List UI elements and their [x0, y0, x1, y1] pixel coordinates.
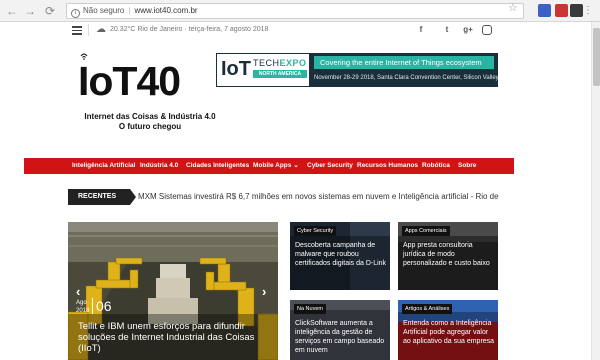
ticker-label: RECENTES — [68, 189, 130, 205]
card-category-tag[interactable]: Artigos & Análises — [402, 304, 453, 314]
article-card[interactable]: Na Nuvem ClickSoftware aumenta a intelig… — [290, 300, 390, 360]
hamburger-menu-icon[interactable] — [72, 26, 82, 35]
nav-item-mobile-apps[interactable]: Mobile Apps ⌄ — [253, 158, 299, 174]
nav-item-mobile-apps-label: Mobile Apps — [253, 162, 292, 169]
article-card[interactable]: Artigos & Análises Entenda como a Inteli… — [398, 300, 498, 360]
banner-date: November 28-29 2018, Santa Clara Convent… — [314, 75, 498, 81]
nav-item-sobre[interactable]: Sobre — [458, 158, 476, 174]
nav-item-cyber-security[interactable]: Cyber Security — [307, 158, 353, 174]
card-title[interactable]: Descoberta campanha de malware que roubo… — [295, 241, 387, 268]
main-navigation: Inteligência Artificial Indústria 4.0 Ci… — [24, 158, 514, 174]
address-separator: | — [128, 6, 131, 15]
nav-item-robotica[interactable]: Robótica — [422, 158, 450, 174]
banner-region: NORTH AMERICA 2018 — [253, 70, 307, 85]
ticker-arrow — [130, 189, 136, 205]
banner-iot-text: IoT — [221, 58, 251, 80]
google-plus-icon[interactable]: g+ — [462, 24, 474, 36]
feature-day: 06 — [96, 298, 112, 314]
tagline-line-1: Internet das Coisas & Indústria 4.0 — [84, 112, 216, 121]
security-label: Não seguro — [83, 6, 125, 15]
iot-tech-expo-banner[interactable]: IoT TECHEXPO NORTH AMERICA 2018 Covering… — [216, 53, 498, 87]
nav-item-recursos-humanos[interactable]: Recursos Humanos — [357, 158, 418, 174]
card-title[interactable]: App presta consultoria jurídica de modo … — [403, 241, 495, 268]
card-title[interactable]: Entenda como a Inteligência Artificial p… — [403, 319, 495, 346]
article-card[interactable]: Cyber Security Descoberta campanha de ma… — [290, 222, 390, 290]
topbar-divider — [88, 24, 89, 36]
card-category-tag[interactable]: Na Nuvem — [294, 304, 326, 314]
extension-icon[interactable] — [570, 4, 583, 17]
nav-item-inteligencia-artificial[interactable]: Inteligência Artificial — [72, 158, 135, 174]
feature-date-divider — [92, 298, 93, 314]
recent-news-ticker: RECENTES MXM Sistemas investirá R$ 6,7 m… — [68, 189, 500, 205]
card-category-tag[interactable]: Cyber Security — [294, 226, 337, 236]
feature-title[interactable]: Tellit e IBM unem esforços para difundir… — [78, 321, 274, 354]
scrollbar-thumb[interactable] — [593, 28, 600, 86]
tagline-line-2: O futuro chegou — [118, 122, 182, 131]
nav-item-cidades-inteligentes[interactable]: Cidades Inteligentes — [186, 158, 249, 174]
browser-toolbar: ← → ⟳ i Não seguro | www.iot40.com.br ☆ ⋮ — [0, 0, 600, 22]
banner-tech-text: TECHEXPO — [253, 58, 307, 68]
ticker-headline[interactable]: MXM Sistemas investirá R$ 6,7 milhões em… — [138, 189, 500, 205]
banner-expo-word: EXPO — [279, 58, 307, 68]
facebook-icon[interactable]: f — [415, 24, 427, 36]
forward-button[interactable]: → — [22, 3, 38, 19]
extension-icon[interactable] — [538, 4, 551, 17]
site-tagline: Internet das Coisas & Indústria 4.0 O fu… — [70, 112, 230, 132]
carousel-next-icon[interactable]: › — [262, 284, 266, 299]
card-title[interactable]: ClickSoftware aumenta a inteligência da … — [295, 319, 387, 355]
back-button[interactable]: ← — [4, 3, 20, 19]
url-text: www.iot40.com.br — [134, 6, 198, 15]
page-scrollbar[interactable] — [591, 22, 600, 360]
chevron-down-icon: ⌄ — [293, 162, 299, 169]
bookmark-star-icon[interactable]: ☆ — [508, 1, 518, 14]
instagram-icon[interactable] — [482, 25, 492, 35]
reload-button[interactable]: ⟳ — [42, 3, 58, 19]
card-category-tag[interactable]: Apps Comerciais — [402, 226, 450, 236]
feature-year: 2018 — [76, 308, 90, 314]
banner-logo-block: IoT TECHEXPO NORTH AMERICA 2018 — [216, 53, 310, 87]
extension-icon[interactable] — [555, 4, 568, 17]
feature-month: Ago — [76, 300, 87, 306]
banner-ribbon: Covering the entire Internet of Things e… — [314, 56, 494, 69]
site-logo[interactable]: IoT40 — [78, 60, 181, 102]
site-topbar: ☁ 20.32°C Rio de Janeiro · terça-feira, … — [62, 22, 502, 38]
banner-tech-word: TECH — [253, 58, 280, 68]
nav-item-industria-40[interactable]: Indústria 4.0 — [140, 158, 178, 174]
article-card[interactable]: Apps Comerciais App presta consultoria j… — [398, 222, 498, 290]
twitter-icon[interactable]: t — [441, 24, 453, 36]
carousel-prev-icon[interactable]: ‹ — [76, 284, 80, 299]
address-bar[interactable]: i Não seguro | www.iot40.com.br — [66, 3, 524, 19]
cloud-icon: ☁ — [96, 24, 106, 35]
weather-date-text: 20.32°C Rio de Janeiro · terça-feira, 7 … — [110, 26, 269, 33]
browser-menu-icon[interactable]: ⋮ — [583, 3, 593, 19]
info-icon[interactable]: i — [71, 9, 80, 18]
